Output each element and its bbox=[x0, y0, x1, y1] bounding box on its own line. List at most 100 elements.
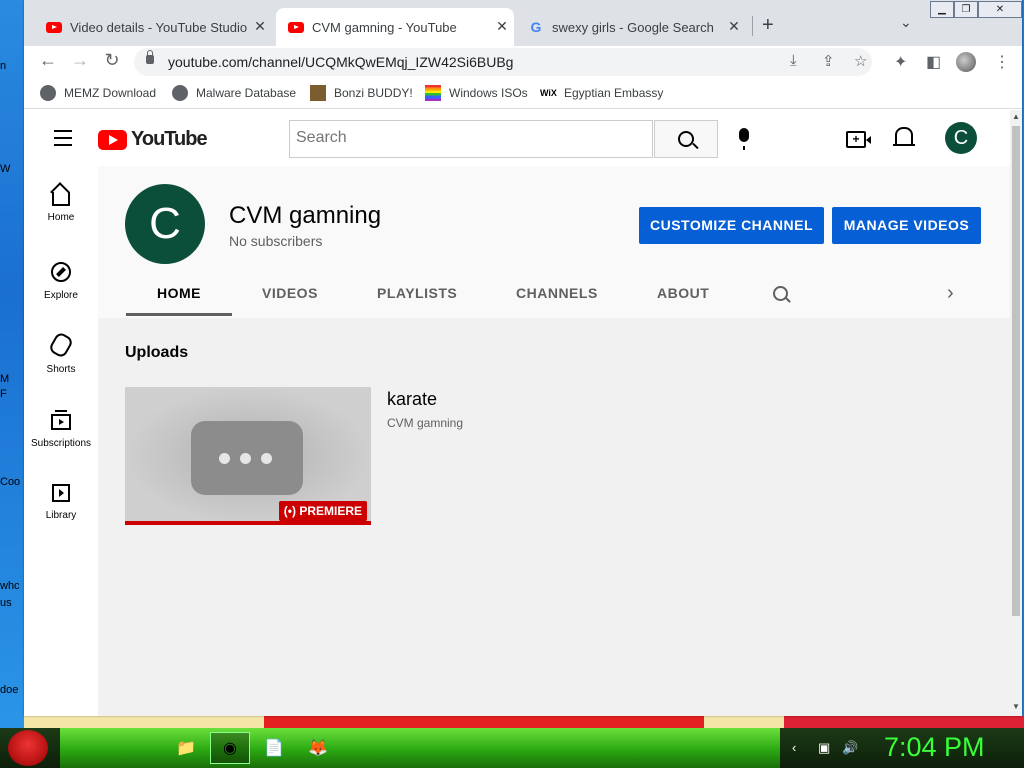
close-tab-icon[interactable]: ✕ bbox=[726, 18, 742, 35]
desktop-icon-label[interactable]: us bbox=[0, 597, 12, 609]
bookmark-memz[interactable]: MEMZ Download bbox=[40, 85, 156, 101]
library-icon bbox=[52, 484, 70, 502]
file-explorer-icon[interactable]: 📁 bbox=[166, 732, 206, 764]
desktop-icon-label[interactable]: doe bbox=[0, 684, 18, 696]
volume-icon[interactable]: 🔊 bbox=[842, 740, 858, 756]
firefox-icon[interactable]: 🦊 bbox=[298, 732, 338, 764]
tab-videos[interactable]: VIDEOS bbox=[262, 285, 318, 301]
microphone-icon[interactable] bbox=[739, 128, 749, 150]
globe-icon bbox=[40, 85, 56, 101]
tab-home[interactable]: HOME bbox=[157, 285, 201, 301]
extensions-icon[interactable]: ✦ bbox=[894, 52, 907, 72]
browser-window: Video details - YouTube Studio ✕ CVM gam… bbox=[24, 0, 1022, 716]
customize-channel-button[interactable]: CUSTOMIZE CHANNEL bbox=[639, 207, 824, 244]
channel-avatar: C bbox=[125, 184, 205, 264]
wix-icon: WiX bbox=[540, 88, 557, 98]
tab-google-search[interactable]: G swexy girls - Google Search ✕ bbox=[516, 8, 746, 46]
tab-separator bbox=[752, 16, 753, 36]
minimize-icon[interactable]: ▁ bbox=[930, 1, 954, 18]
youtube-logo[interactable]: YouTube bbox=[98, 128, 208, 151]
chevron-right-icon[interactable]: › bbox=[947, 282, 954, 305]
video-thumbnail[interactable]: (•) PREMIERE bbox=[125, 387, 371, 525]
restore-icon[interactable]: ❐ bbox=[954, 1, 978, 18]
bookmark-egyptian-embassy[interactable]: WiX Egyptian Embassy bbox=[540, 85, 663, 101]
forward-icon[interactable]: → bbox=[68, 50, 92, 71]
desktop-icon-label[interactable]: F bbox=[0, 388, 7, 400]
bookmark-label: Egyptian Embassy bbox=[564, 86, 664, 100]
lock-icon[interactable] bbox=[146, 50, 154, 64]
desktop-icon-label[interactable]: W bbox=[0, 163, 10, 175]
bookmark-bonzi-buddy[interactable]: Bonzi BUDDY! bbox=[310, 85, 413, 101]
search-button[interactable] bbox=[654, 120, 718, 158]
install-app-icon[interactable]: ⤓ bbox=[790, 52, 797, 69]
scroll-down-icon[interactable]: ▼ bbox=[1010, 702, 1022, 711]
channel-search-icon[interactable] bbox=[773, 286, 788, 301]
menu-kebab-icon[interactable]: ⋮ bbox=[994, 52, 1010, 72]
guide-item-shorts[interactable]: Shorts bbox=[24, 330, 98, 375]
manage-videos-button[interactable]: MANAGE VIDEOS bbox=[832, 207, 981, 244]
tab-cvm-gamning[interactable]: CVM gamning - YouTube ✕ bbox=[276, 8, 514, 46]
guide-label: Shorts bbox=[46, 364, 76, 375]
url-text[interactable]: youtube.com/channel/UCQMkQwEMqj_IZW42Si6… bbox=[168, 54, 513, 70]
bookmark-star-icon[interactable]: ☆ bbox=[854, 52, 867, 70]
account-avatar[interactable]: C bbox=[945, 122, 977, 154]
scroll-up-icon[interactable]: ▲ bbox=[1010, 112, 1022, 121]
side-panel-icon[interactable]: ◧ bbox=[926, 52, 941, 72]
youtube-icon bbox=[46, 21, 62, 33]
video-title[interactable]: karate bbox=[387, 389, 437, 410]
close-tab-icon[interactable]: ✕ bbox=[494, 18, 510, 35]
premiere-badge: (•) PREMIERE bbox=[278, 501, 367, 521]
profile-avatar[interactable] bbox=[956, 52, 976, 72]
chrome-icon[interactable]: ◉ bbox=[210, 732, 250, 764]
bookmark-windows-isos[interactable]: Windows ISOs bbox=[425, 85, 528, 101]
guide-item-subscriptions[interactable]: Subscriptions bbox=[24, 410, 98, 449]
home-icon bbox=[52, 192, 70, 206]
youtube-icon bbox=[288, 21, 304, 33]
bookmark-malware-database[interactable]: Malware Database bbox=[172, 85, 296, 101]
desktop-icon-label[interactable]: Coo bbox=[0, 476, 20, 488]
address-bar[interactable]: youtube.com/channel/UCQMkQwEMqj_IZW42Si6… bbox=[134, 48, 872, 76]
desktop-icon-label[interactable]: n bbox=[0, 60, 6, 72]
compass-icon bbox=[51, 262, 71, 282]
guide-item-library[interactable]: Library bbox=[24, 484, 98, 521]
premiere-progress-bar bbox=[125, 521, 371, 525]
search-input[interactable] bbox=[290, 121, 642, 155]
create-video-icon[interactable]: + bbox=[846, 131, 871, 148]
guide-item-home[interactable]: Home bbox=[24, 186, 98, 223]
youtube-wordmark: YouTube bbox=[131, 128, 208, 150]
close-window-icon[interactable]: ✕ bbox=[978, 1, 1022, 18]
tab-youtube-studio[interactable]: Video details - YouTube Studio ✕ bbox=[34, 8, 272, 46]
globe-icon bbox=[172, 85, 188, 101]
notifications-bell-icon[interactable] bbox=[893, 127, 915, 146]
new-tab-icon[interactable]: + bbox=[762, 14, 774, 37]
video-channel-name[interactable]: CVM gamning bbox=[387, 416, 463, 430]
back-icon[interactable]: ← bbox=[36, 50, 60, 71]
tab-search-chevron-icon[interactable]: ⌄ bbox=[900, 14, 912, 31]
share-icon[interactable]: ⇪ bbox=[822, 52, 835, 70]
bookmark-label: Windows ISOs bbox=[449, 86, 528, 100]
subscriptions-icon bbox=[51, 410, 71, 430]
guide-item-explore[interactable]: Explore bbox=[24, 262, 98, 301]
notepad-icon[interactable]: 📄 bbox=[254, 732, 294, 764]
channel-tabs: HOME VIDEOS PLAYLISTS CHANNELS ABOUT › bbox=[125, 268, 995, 316]
bookmark-label: Bonzi BUDDY! bbox=[334, 86, 413, 100]
close-tab-icon[interactable]: ✕ bbox=[252, 18, 268, 35]
tab-about[interactable]: ABOUT bbox=[657, 285, 709, 301]
guide-label: Explore bbox=[44, 290, 78, 301]
page-scrollbar[interactable]: ▲ ▼ bbox=[1010, 110, 1022, 716]
bonzi-icon bbox=[310, 85, 326, 101]
tab-channels[interactable]: CHANNELS bbox=[516, 285, 598, 301]
shelf-title[interactable]: Uploads bbox=[125, 344, 188, 362]
clock[interactable]: 7:04 PM bbox=[884, 732, 985, 763]
reload-icon[interactable]: ↻ bbox=[100, 50, 124, 71]
network-icon[interactable]: ▣ bbox=[818, 740, 830, 756]
show-hidden-icons-icon[interactable]: ‹ bbox=[792, 740, 796, 755]
bookmarks-bar: MEMZ Download Malware Database Bonzi BUD… bbox=[24, 80, 1022, 109]
subscriber-count: No subscribers bbox=[229, 233, 323, 249]
hamburger-menu-icon[interactable] bbox=[54, 130, 72, 151]
scrollbar-thumb[interactable] bbox=[1012, 126, 1020, 616]
desktop-icon-label[interactable]: M bbox=[0, 373, 9, 385]
tab-playlists[interactable]: PLAYLISTS bbox=[377, 285, 457, 301]
start-button[interactable] bbox=[8, 730, 48, 766]
desktop-icon-label[interactable]: whc bbox=[0, 580, 20, 592]
